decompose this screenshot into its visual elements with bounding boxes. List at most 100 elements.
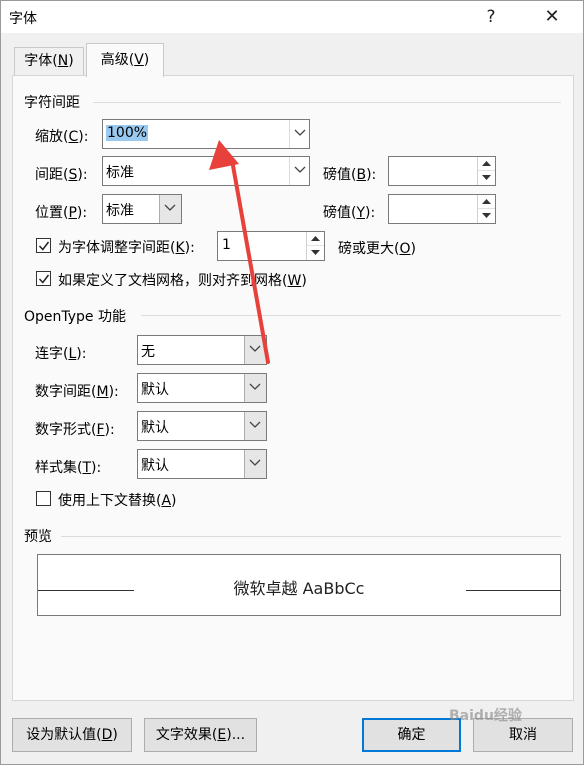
triangle-down-icon — [482, 175, 491, 180]
position-pt-label-end: ): — [365, 205, 376, 221]
numforms-value: 默认 — [141, 420, 169, 436]
tab-font[interactable]: 字体(N) — [14, 47, 84, 75]
numforms-dropdown-button[interactable] — [244, 412, 266, 440]
checkmark-icon — [38, 241, 50, 251]
numforms-label: 数字形式(F): — [35, 419, 115, 439]
kerning-checkbox[interactable] — [36, 238, 51, 253]
numforms-combo[interactable]: 默认 — [137, 411, 267, 441]
contextual-checkbox[interactable] — [36, 491, 51, 506]
chevron-down-icon — [294, 166, 306, 173]
chevron-down-icon — [249, 383, 261, 390]
chevron-down-icon — [249, 345, 261, 352]
triangle-up-icon — [311, 236, 320, 241]
position-pt-spin-buttons — [477, 195, 495, 223]
tab-advanced[interactable]: 高级(V) — [86, 43, 164, 77]
set-default-label: 设为默认值( — [26, 727, 102, 743]
kerning-suffix-end: ) — [410, 241, 416, 257]
grid-label-end: ) — [301, 273, 307, 289]
spacing-dropdown-button[interactable] — [289, 157, 309, 185]
kerning-value: 1 — [222, 237, 231, 253]
numforms-label-key: F — [96, 422, 105, 438]
numforms-label-end: ): — [104, 422, 115, 438]
scale-combo[interactable]: 100% — [102, 119, 310, 149]
stylesets-label-end: ): — [91, 460, 102, 476]
chevron-down-icon — [294, 129, 306, 136]
spacing-label: 间距(S): — [35, 164, 88, 184]
preview-title: 预览 — [24, 529, 52, 545]
spacing-pt-up-button[interactable] — [478, 157, 495, 171]
kerning-up-button[interactable] — [307, 232, 324, 246]
kerning-label-key: K — [175, 240, 185, 256]
ok-button[interactable]: 确定 — [362, 718, 461, 752]
font-dialog: 字体 ? ✕ 字体(N) 高级(V) 字符间距 缩放(C): 100% 间距(S… — [0, 0, 584, 765]
ligatures-label: 连字(L): — [35, 343, 86, 363]
ligatures-label-end: ): — [76, 346, 87, 362]
stylesets-label: 样式集(T): — [35, 457, 101, 477]
spacing-value: 标准 — [106, 165, 134, 181]
help-button[interactable]: ? — [471, 1, 511, 33]
kerning-spinner[interactable]: 1 — [217, 231, 325, 261]
tab-font-key: N — [57, 53, 69, 69]
position-pt-label-text: 磅值( — [323, 205, 357, 221]
set-default-button[interactable]: 设为默认值(D) — [12, 718, 132, 752]
scale-value-text: 100% — [106, 125, 149, 141]
kerning-label-text: 为字体调整字间距( — [58, 240, 176, 256]
stylesets-value: 默认 — [141, 458, 169, 474]
text-effects-label: 文字效果( — [155, 727, 218, 743]
scale-dropdown-button[interactable] — [289, 120, 309, 148]
contextual-label-key: A — [161, 493, 172, 509]
kerning-suffix-text: 磅或更大( — [338, 241, 400, 257]
preview-baseline-right — [466, 590, 561, 591]
grid-label[interactable]: 如果定义了文档网格，则对齐到网格(W) — [58, 270, 307, 290]
contextual-label[interactable]: 使用上下文替换(A) — [58, 490, 177, 510]
numspacing-value: 默认 — [141, 382, 169, 398]
kerning-label[interactable]: 为字体调整字间距(K): — [58, 237, 195, 257]
preview-text: 微软卓越 AaBbCc — [233, 579, 365, 598]
position-dropdown-button[interactable] — [159, 195, 181, 223]
triangle-down-icon — [482, 213, 491, 218]
text-effects-end: )... — [226, 727, 246, 743]
dialog-title: 字体 — [9, 11, 37, 27]
tab-advanced-key: V — [134, 52, 144, 68]
grid-label-key: W — [287, 273, 302, 289]
scale-label: 缩放(C): — [35, 126, 88, 146]
grid-checkbox[interactable] — [36, 271, 51, 286]
text-effects-key: E — [217, 727, 227, 743]
numspacing-label: 数字间距(M): — [35, 381, 119, 401]
position-combo[interactable]: 标准 — [102, 194, 182, 224]
ligatures-combo[interactable]: 无 — [137, 335, 267, 365]
numspacing-combo[interactable]: 默认 — [137, 373, 267, 403]
ligatures-value: 无 — [141, 344, 155, 360]
triangle-up-icon — [482, 199, 491, 204]
position-pt-spinner[interactable] — [388, 194, 496, 224]
position-pt-label: 磅值(Y): — [323, 202, 375, 222]
kerning-suffix-key: O — [399, 241, 411, 257]
kerning-spin-buttons — [306, 232, 324, 260]
contextual-label-text: 使用上下文替换( — [58, 493, 162, 509]
char-spacing-divider — [93, 102, 561, 103]
ligatures-label-text: 连字( — [35, 346, 69, 362]
spacing-pt-spinner[interactable] — [388, 156, 496, 186]
spacing-pt-label-end: ): — [366, 167, 377, 183]
text-effects-button[interactable]: 文字效果(E)... — [144, 718, 257, 752]
opentype-title: OpenType 功能 — [24, 309, 126, 325]
position-pt-up-button[interactable] — [478, 195, 495, 209]
tab-font-end: ) — [68, 53, 74, 69]
stylesets-combo[interactable]: 默认 — [137, 449, 267, 479]
spacing-pt-down-button[interactable] — [478, 171, 495, 185]
spacing-pt-label: 磅值(B): — [323, 164, 376, 184]
numspacing-dropdown-button[interactable] — [244, 374, 266, 402]
close-button[interactable]: ✕ — [532, 1, 572, 33]
kerning-label-end: ): — [184, 240, 195, 256]
preview-box: 微软卓越 AaBbCc — [37, 554, 561, 616]
set-default-key: D — [101, 727, 113, 743]
spacing-pt-spin-buttons — [477, 157, 495, 185]
kerning-down-button[interactable] — [307, 246, 324, 260]
stylesets-dropdown-button[interactable] — [244, 450, 266, 478]
ligatures-dropdown-button[interactable] — [244, 336, 266, 364]
stylesets-label-text: 样式集( — [35, 460, 83, 476]
spacing-combo[interactable]: 标准 — [102, 156, 310, 186]
scale-label-end: ): — [78, 129, 89, 145]
position-pt-down-button[interactable] — [478, 209, 495, 223]
position-label-text: 位置( — [35, 205, 69, 221]
